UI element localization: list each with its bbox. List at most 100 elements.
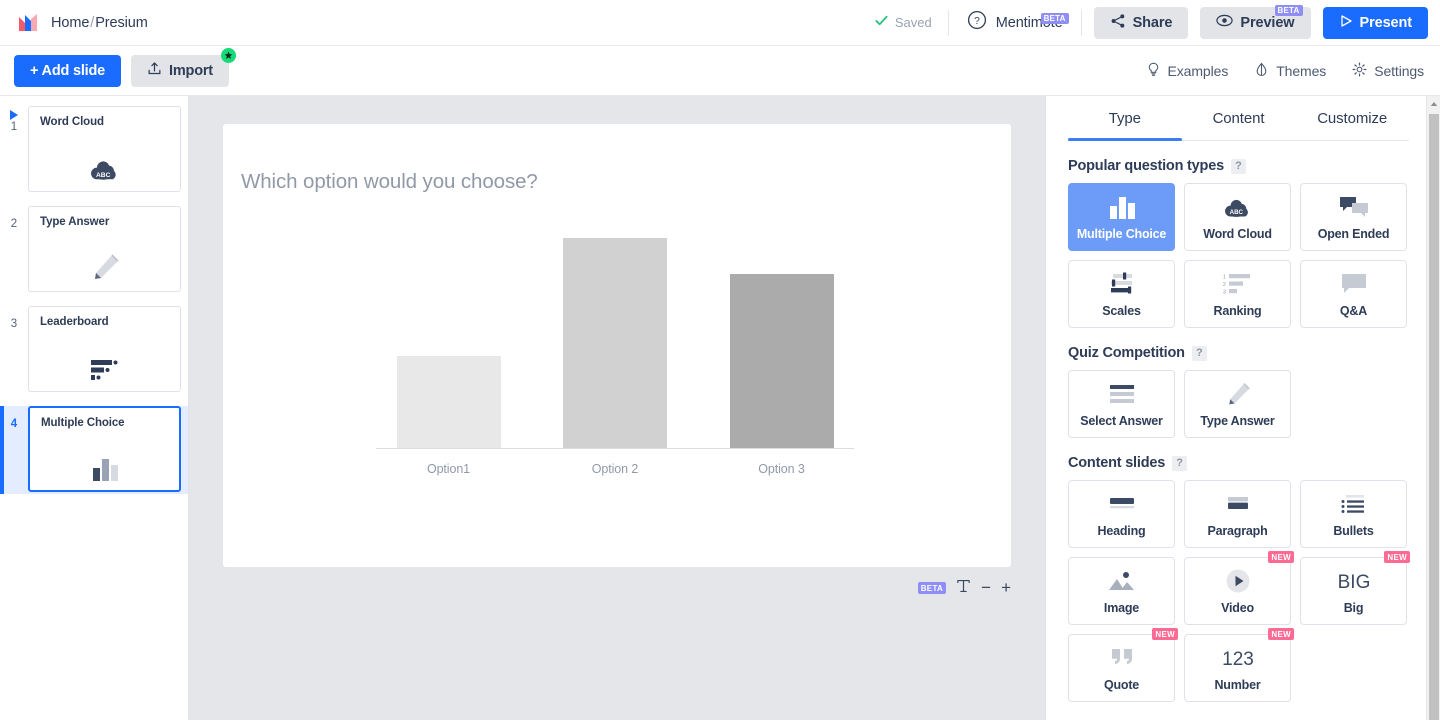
type-card-select-answer[interactable]: Select Answer <box>1068 370 1175 438</box>
quote-icon <box>1108 645 1136 671</box>
help-icon[interactable]: ? <box>1172 455 1188 471</box>
share-button[interactable]: Share <box>1093 6 1189 39</box>
slide-settings-panel[interactable]: Type Content Customize Popular question … <box>1045 96 1440 720</box>
type-card-qa[interactable]: Q&A <box>1300 260 1407 328</box>
slide-number: 2 <box>10 218 18 230</box>
slide-editor-card[interactable]: Which option would you choose? Option1 O… <box>223 124 1011 567</box>
type-card-paragraph[interactable]: Paragraph <box>1184 480 1291 548</box>
svg-text:123: 123 <box>1222 649 1254 670</box>
paragraph-icon <box>1223 491 1253 517</box>
type-card-quote[interactable]: NEW Quote <box>1068 628 1178 702</box>
tab-type[interactable]: Type <box>1068 96 1182 141</box>
type-card-word-cloud[interactable]: ABC Word Cloud <box>1184 183 1291 251</box>
new-badge: NEW <box>1268 551 1294 563</box>
type-card-label: Quote <box>1103 677 1140 692</box>
mentimote-button[interactable]: ? Mentimote BETA <box>949 10 1081 35</box>
panel-tabs: Type Content Customize <box>1068 96 1409 141</box>
section-title: Popular question types <box>1068 158 1224 174</box>
slide-list-item-3[interactable]: 3 Leaderboard <box>0 306 188 394</box>
tab-content[interactable]: Content <box>1182 96 1296 140</box>
help-icon[interactable]: ? <box>1191 345 1207 361</box>
settings-link[interactable]: Settings <box>1352 61 1424 80</box>
editor-toolbar: + Add slide Import Examples Themes Setti… <box>0 46 1440 96</box>
present-label: Present <box>1359 14 1413 31</box>
section-header-quiz: Quiz Competition ? <box>1068 345 1418 361</box>
word-cloud-icon: ABC <box>29 155 180 182</box>
slide-list-item-4[interactable]: 4 Multiple Choice <box>0 406 188 494</box>
type-card-big[interactable]: NEW BIG Big <box>1300 551 1410 625</box>
slide-question-text[interactable]: Which option would you choose? <box>241 170 538 194</box>
preview-button[interactable]: Preview BETA <box>1200 4 1311 39</box>
type-card-video[interactable]: NEW Video <box>1184 551 1294 625</box>
type-card-label: Paragraph <box>1207 523 1268 538</box>
slide-list-item-2[interactable]: 2 Type Answer <box>0 206 188 294</box>
type-card-label: Type Answer <box>1200 413 1275 428</box>
question-circle-icon[interactable]: ? <box>967 10 987 35</box>
heading-icon <box>1107 491 1137 517</box>
type-card-heading[interactable]: Heading <box>1068 480 1175 548</box>
slide-number: 3 <box>10 318 18 330</box>
bar-column-2 <box>543 238 688 448</box>
zoom-in-button[interactable]: + <box>1001 579 1011 596</box>
bar-option2 <box>563 238 667 448</box>
type-card-image[interactable]: Image <box>1068 557 1175 625</box>
type-card-label: Heading <box>1097 523 1146 538</box>
breadcrumb-separator: / <box>90 14 95 31</box>
bullets-icon <box>1339 491 1369 517</box>
scroll-up-arrow-icon[interactable] <box>1427 96 1440 112</box>
number-123-icon: 123 <box>1216 645 1260 671</box>
type-card-label: Bullets <box>1333 523 1374 538</box>
word-cloud-icon: ABC <box>1221 194 1255 220</box>
themes-link[interactable]: Themes <box>1254 62 1326 80</box>
breadcrumb-home[interactable]: Home <box>51 15 89 31</box>
svg-text:BIG: BIG <box>1337 572 1370 593</box>
result-bar-chart: Option1 Option 2 Option 3 <box>348 234 858 484</box>
image-icon <box>1107 568 1137 594</box>
slide-thumbnail[interactable]: Leaderboard <box>28 306 181 392</box>
type-card-label: Video <box>1221 600 1254 615</box>
type-card-scales[interactable]: Scales <box>1068 260 1175 328</box>
add-slide-button[interactable]: + Add slide <box>14 54 122 87</box>
slide-thumbnail[interactable]: Word Cloud ABC <box>28 106 181 192</box>
bar-chart-icon <box>1107 194 1137 220</box>
eye-icon <box>1216 12 1234 33</box>
type-card-ranking[interactable]: 1 2 3 Ranking <box>1184 260 1291 328</box>
type-card-type-answer[interactable]: Type Answer <box>1184 370 1291 438</box>
slide-number: 4 <box>10 418 18 430</box>
slide-thumbnail[interactable]: Type Answer <box>28 206 181 292</box>
present-button[interactable]: Present <box>1322 6 1428 39</box>
type-card-label: Number <box>1214 677 1261 692</box>
text-format-icon[interactable] <box>956 578 971 597</box>
breadcrumb: Home/Presium <box>51 15 148 31</box>
svg-text:ABC: ABC <box>95 172 110 179</box>
panel-scrollbar[interactable] <box>1426 96 1440 720</box>
droplet-icon <box>1254 62 1269 80</box>
chart-bars <box>376 238 854 448</box>
scrollbar-thumb[interactable] <box>1429 114 1439 720</box>
type-card-number[interactable]: NEW 123 Number <box>1184 628 1294 702</box>
brand[interactable]: Home/Presium <box>16 11 148 35</box>
tab-customize[interactable]: Customize <box>1295 96 1409 140</box>
help-icon[interactable]: ? <box>1230 158 1246 174</box>
type-card-open-ended[interactable]: Open Ended <box>1300 183 1407 251</box>
type-card-bullets[interactable]: Bullets <box>1300 480 1407 548</box>
slide-title: Word Cloud <box>40 116 104 128</box>
slide-list[interactable]: 1 Word Cloud ABC 2 Type Answer 3 Leaderb… <box>0 96 189 720</box>
bar-column-3 <box>709 273 854 448</box>
import-button[interactable]: Import <box>131 47 236 87</box>
new-badge: NEW <box>1384 551 1410 563</box>
slide-thumbnail[interactable]: Multiple Choice <box>28 406 181 492</box>
slide-canvas[interactable]: Which option would you choose? Option1 O… <box>189 96 1045 720</box>
bar-chart-icon <box>30 457 179 481</box>
section-header-content-slides: Content slides ? <box>1068 455 1418 471</box>
type-card-label: Q&A <box>1339 303 1368 318</box>
bar-option1 <box>396 355 501 448</box>
type-card-multiple-choice[interactable]: Multiple Choice <box>1068 183 1175 251</box>
ranking-icon: 1 2 3 <box>1222 271 1254 297</box>
examples-link[interactable]: Examples <box>1146 62 1228 80</box>
toolbar-left-group: + Add slide Import <box>14 47 236 87</box>
zoom-out-button[interactable]: − <box>981 579 991 596</box>
type-card-label: Scales <box>1102 303 1141 318</box>
slide-list-item-1[interactable]: 1 Word Cloud ABC <box>0 106 188 194</box>
svg-text:1: 1 <box>1223 274 1226 280</box>
